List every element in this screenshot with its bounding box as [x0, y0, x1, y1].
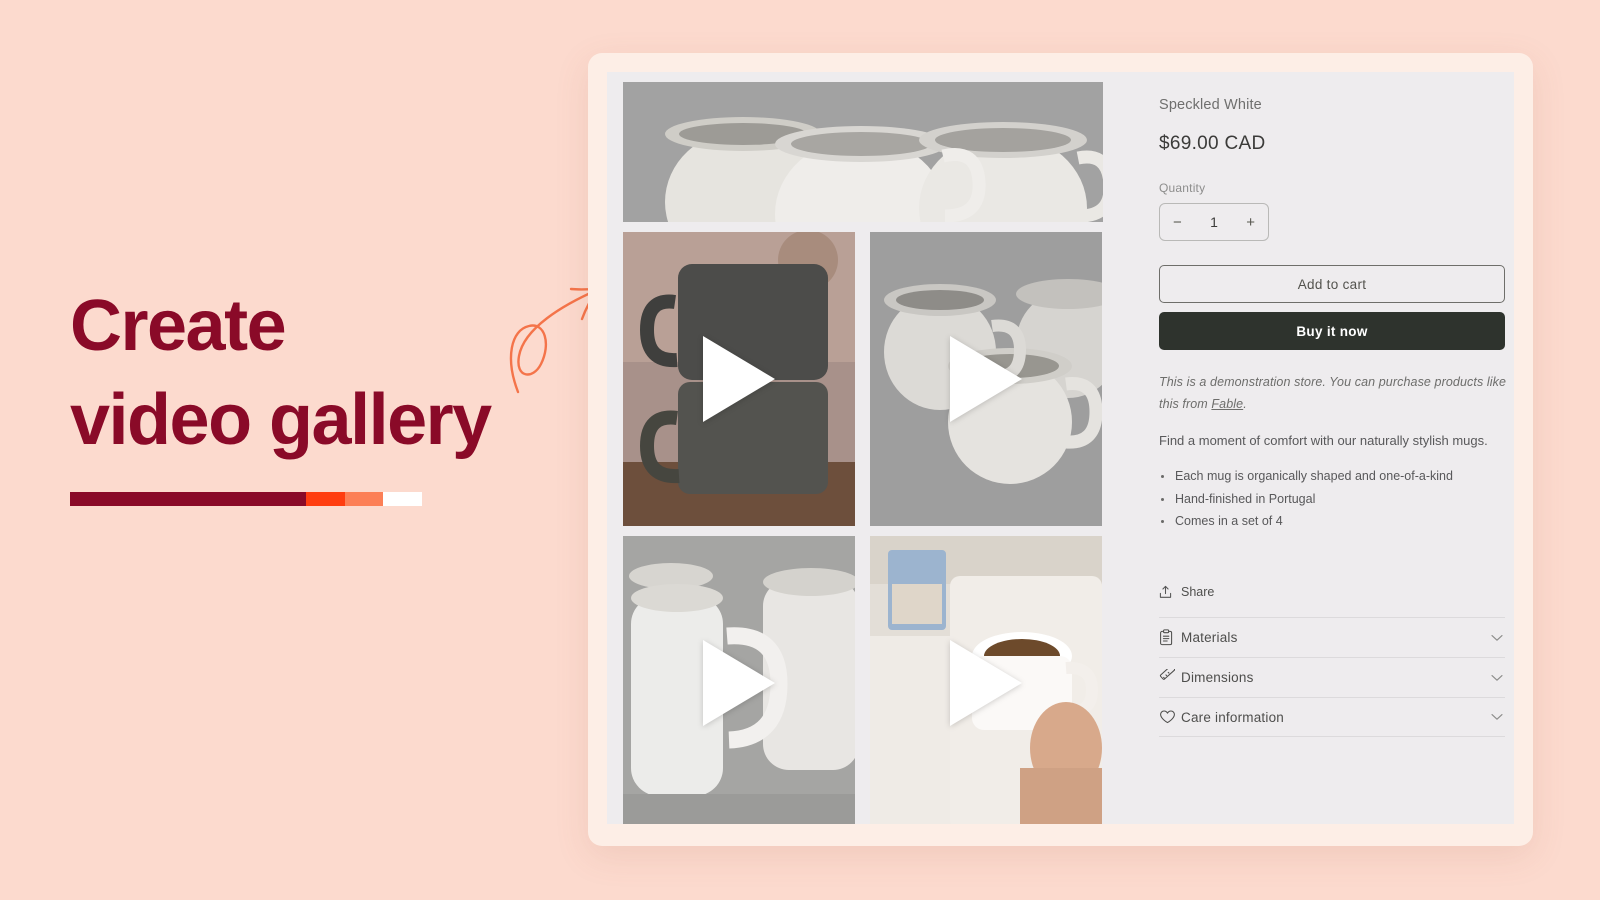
play-icon[interactable]: [703, 640, 775, 726]
share-label: Share: [1181, 585, 1215, 600]
share-button[interactable]: Share: [1159, 585, 1507, 599]
accordion-item-care-information[interactable]: Care information: [1159, 697, 1505, 738]
accordion-label: Dimensions: [1181, 670, 1254, 686]
play-icon[interactable]: [703, 336, 775, 422]
product-page: Speckled White $69.00 CAD Quantity − 1 +…: [607, 72, 1514, 824]
segment-maroon: [70, 492, 306, 506]
buy-it-now-button[interactable]: Buy it now: [1159, 312, 1505, 350]
add-to-cart-button[interactable]: Add to cart: [1159, 265, 1505, 303]
play-icon[interactable]: [950, 640, 1022, 726]
segment-salmon: [344, 492, 384, 506]
accordion-label: Materials: [1181, 630, 1238, 646]
chevron-down-icon[interactable]: [1491, 713, 1503, 721]
list-item: Comes in a set of 4: [1159, 510, 1507, 533]
quantity-stepper[interactable]: − 1 +: [1159, 203, 1269, 241]
video-thumbnail-4[interactable]: [870, 536, 1102, 824]
play-icon[interactable]: [950, 336, 1022, 422]
demo-store-note: This is a demonstration store. You can p…: [1159, 372, 1507, 415]
list-item: Each mug is organically shaped and one-o…: [1159, 465, 1507, 488]
product-info: Speckled White $69.00 CAD Quantity − 1 +…: [1159, 97, 1507, 738]
quantity-decrease-button[interactable]: −: [1173, 215, 1182, 230]
progress-bar: [70, 492, 422, 506]
feature-list: Each mug is organically shaped and one-o…: [1159, 465, 1507, 533]
chevron-down-icon[interactable]: [1491, 634, 1503, 642]
product-price: $69.00 CAD: [1159, 133, 1266, 154]
product-media-gallery: [623, 82, 1113, 824]
video-thumbnail-2[interactable]: [870, 232, 1102, 526]
clipboard-icon: [1159, 629, 1181, 646]
promo-panel: Create video gallery: [70, 280, 590, 506]
hero-image[interactable]: [623, 82, 1103, 222]
variant-name: Speckled White: [1159, 97, 1262, 113]
share-upload-icon: [1159, 585, 1172, 598]
ruler-icon: [1159, 669, 1181, 686]
page-title: Create video gallery: [70, 286, 492, 460]
hero-image-graphic: [623, 82, 1103, 222]
quantity-label: Quantity: [1159, 181, 1206, 195]
video-thumbnail-3[interactable]: [623, 536, 855, 824]
demo-note-text-2: .: [1243, 396, 1247, 411]
quantity-increase-button[interactable]: +: [1246, 215, 1255, 230]
product-accordion: Materials Dimensions Care information: [1159, 617, 1505, 738]
description-lead: Find a moment of comfort with our natura…: [1159, 433, 1488, 448]
fable-link[interactable]: Fable: [1211, 397, 1243, 411]
segment-white: [383, 492, 422, 506]
browser-card: Speckled White $69.00 CAD Quantity − 1 +…: [588, 53, 1533, 846]
accordion-item-dimensions[interactable]: Dimensions: [1159, 657, 1505, 697]
accordion-item-materials[interactable]: Materials: [1159, 617, 1505, 657]
segment-orange: [305, 492, 345, 506]
accordion-label: Care information: [1181, 709, 1284, 725]
chevron-down-icon[interactable]: [1491, 674, 1503, 682]
quantity-value[interactable]: 1: [1210, 214, 1218, 230]
list-item: Hand-finished in Portugal: [1159, 488, 1507, 511]
gallery-row-1: [623, 232, 1113, 526]
video-thumbnail-1[interactable]: [623, 232, 855, 526]
heart-icon: [1159, 709, 1181, 725]
gallery-row-2: [623, 536, 1113, 824]
